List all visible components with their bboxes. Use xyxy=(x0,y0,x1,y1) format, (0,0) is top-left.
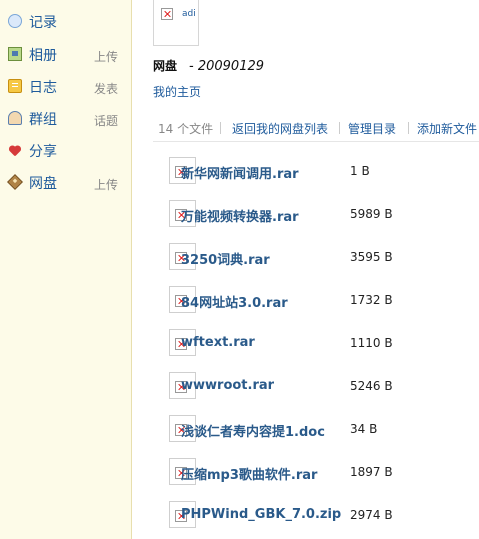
file-row: 浅谈仁者寿内容提1.doc 34 B xyxy=(169,415,479,445)
sidebar-item-diary[interactable]: 日志 发表 xyxy=(0,74,131,98)
sidebar-item-album[interactable]: 相册 上传 xyxy=(0,42,131,66)
file-row: 新华网新闻调用.rar 1 B xyxy=(169,157,479,187)
netdisk-upload-link[interactable]: 上传 xyxy=(94,176,118,193)
my-homepage-link[interactable]: 我的主页 xyxy=(153,83,201,100)
diary-publish-link[interactable]: 发表 xyxy=(94,80,118,97)
left-sidebar: 记录 相册 上传 日志 发表 群组 话题 分享 网盘 上传 xyxy=(0,0,132,539)
page-title-date: - 20090129 xyxy=(189,59,265,74)
file-row: wftext.rar 1110 B xyxy=(169,329,479,359)
group-topic-link[interactable]: 话题 xyxy=(94,112,118,129)
sidebar-item-label: 日志 xyxy=(29,80,57,96)
file-name-link[interactable]: PHPWind_GBK_7.0.zip xyxy=(181,507,341,522)
file-row: wwwroot.rar 5246 B xyxy=(169,372,479,402)
group-icon xyxy=(8,111,22,125)
file-name-link[interactable]: 新华网新闻调用.rar xyxy=(181,163,299,182)
file-name-link[interactable]: 84网址站3.0.rar xyxy=(181,292,288,311)
avatar-alt-text: adi xyxy=(182,9,196,19)
manage-directory-link[interactable]: 管理目录 xyxy=(348,120,396,137)
toolbar-divider xyxy=(408,122,409,134)
avatar[interactable]: adi xyxy=(153,0,199,46)
photo-icon xyxy=(8,47,22,61)
toolbar-divider xyxy=(220,122,221,134)
sidebar-item-label: 相册 xyxy=(29,48,57,64)
netdisk-icon xyxy=(7,174,23,190)
toolbar-divider-line xyxy=(153,141,479,142)
file-row: 3250词典.rar 3595 B xyxy=(169,243,479,273)
file-size: 1897 B xyxy=(350,465,393,479)
file-name-link[interactable]: 压缩mp3歌曲软件.rar xyxy=(181,464,317,483)
file-row: 84网址站3.0.rar 1732 B xyxy=(169,286,479,316)
sidebar-item-netdisk[interactable]: 网盘 上传 xyxy=(0,170,131,194)
sidebar-item-share[interactable]: 分享 xyxy=(0,138,131,162)
file-size: 5989 B xyxy=(350,207,393,221)
diary-icon xyxy=(8,79,22,93)
main-content: adi 网盘 - 20090129 我的主页 14 个文件 返回我的网盘列表 管理… xyxy=(132,0,479,539)
file-name-link[interactable]: 浅谈仁者寿内容提1.doc xyxy=(181,421,325,440)
file-name-link[interactable]: wftext.rar xyxy=(181,335,255,350)
file-size: 1110 B xyxy=(350,336,393,350)
file-name-link[interactable]: wwwroot.rar xyxy=(181,378,274,393)
sidebar-item-label: 记录 xyxy=(29,15,57,31)
file-size: 5246 B xyxy=(350,379,393,393)
file-size: 3595 B xyxy=(350,250,393,264)
file-row: 压缩mp3歌曲软件.rar 1897 B xyxy=(169,458,479,488)
album-upload-link[interactable]: 上传 xyxy=(94,48,118,65)
file-count: 14 个文件 xyxy=(158,122,214,136)
file-size: 34 B xyxy=(350,422,378,436)
back-to-disk-list-link[interactable]: 返回我的网盘列表 xyxy=(232,120,328,137)
sidebar-item-label: 群组 xyxy=(29,112,57,128)
page-title-name: 网盘 xyxy=(153,59,178,73)
file-name-link[interactable]: 3250词典.rar xyxy=(181,249,270,268)
file-row: 万能视频转换器.rar 5989 B xyxy=(169,200,479,230)
file-size: 1732 B xyxy=(350,293,393,307)
chat-bubble-icon xyxy=(8,14,22,28)
heart-share-icon xyxy=(8,143,22,157)
sidebar-item-groups[interactable]: 群组 话题 xyxy=(0,106,131,130)
sidebar-item-records[interactable]: 记录 xyxy=(0,9,131,33)
page-title: 网盘 - 20090129 xyxy=(153,57,264,74)
broken-image-icon xyxy=(161,8,173,20)
file-size: 1 B xyxy=(350,164,370,178)
toolbar-divider xyxy=(339,122,340,134)
add-new-file-link[interactable]: 添加新文件 xyxy=(417,120,477,137)
file-name-link[interactable]: 万能视频转换器.rar xyxy=(181,206,299,225)
file-row: PHPWind_GBK_7.0.zip 2974 B xyxy=(169,501,479,531)
sidebar-item-label: 分享 xyxy=(29,144,57,160)
sidebar-item-label: 网盘 xyxy=(29,176,57,192)
file-size: 2974 B xyxy=(350,508,393,522)
